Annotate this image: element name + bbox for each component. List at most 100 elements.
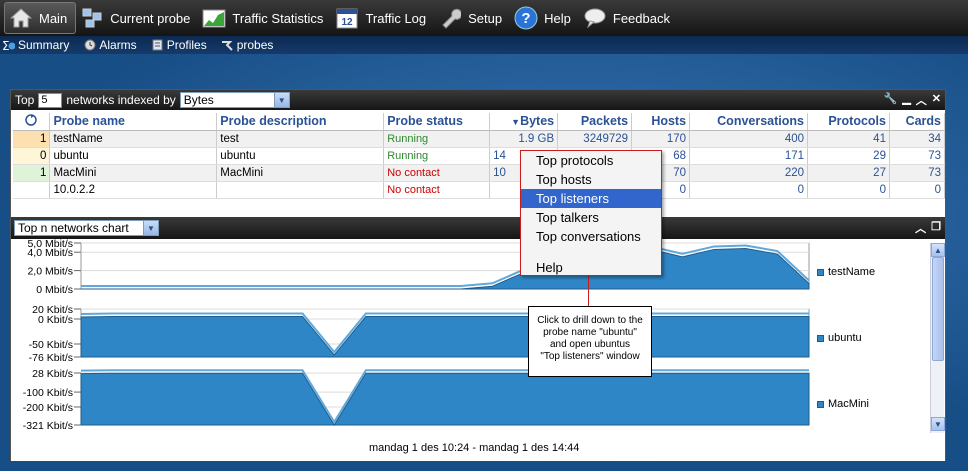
protocols-value: 41 [807,130,890,148]
probe-description: ubuntu [216,147,385,165]
drilldown-tooltip: Click to drill down to the probe name "u… [528,306,652,377]
toolbar-current-probe-button[interactable]: Current probe [76,2,198,34]
protocols-value: 27 [807,164,890,182]
chart-panel-header: Top n networks chart ▼ ︿ ❐ [11,217,945,239]
probe-icon [80,6,104,30]
column-bytes-label: Bytes [520,114,555,129]
minimize-icon[interactable]: ▁ [902,92,910,108]
sigma-icon: Σ [2,39,15,52]
scroll-track[interactable] [931,361,944,417]
subnav-probes[interactable]: probes [221,38,273,52]
table-row[interactable]: 10.0.2.2 No contact 0 0 0 0 [13,181,946,199]
row-index: 1 [13,130,51,148]
top-prefix-label: Top [15,93,35,107]
probe-status: Running [383,130,491,148]
y-tick-label: 0 Kbit/s [38,314,73,326]
y-tick-label: 28 Kbit/s [32,368,73,380]
networks-indexed-label: networks indexed by [66,93,176,107]
column-probe-description[interactable]: Probe description [216,113,385,131]
toolbar-main-button[interactable]: Main [4,2,77,34]
toolbar-help-label: Help [544,10,571,26]
legend-label: ubuntu [828,332,862,344]
chart-icon [202,6,226,30]
row-index: 0 [13,147,51,165]
table-row[interactable]: 1 testName test Running 1.9 GB 3249729 1… [13,130,946,148]
cards-value: 0 [889,181,946,199]
top-n-input[interactable]: 5 [38,92,63,108]
toolbar-traffic-statistics-label: Traffic Statistics [232,10,324,26]
probe-description: MacMini [216,164,385,182]
toolbar-traffic-log-button[interactable]: 12 Traffic Log [331,2,434,34]
column-protocols[interactable]: Protocols [807,113,890,131]
probe-name[interactable]: testName [49,130,218,148]
chart-type-select[interactable]: Top n networks chart ▼ [14,220,159,236]
menu-item-top-listeners[interactable]: Top listeners [521,189,661,208]
column-conversations[interactable]: Conversations [689,113,808,131]
profiles-icon [151,39,164,52]
subnav-alarms[interactable]: Alarms [83,38,137,52]
menu-item-top-conversations[interactable]: Top conversations [521,227,661,246]
probe-status: No contact [383,164,491,182]
index-by-select[interactable]: Bytes ▼ [179,92,290,108]
networks-chart-area: 5,0 Mbit/s 4,0 Mbit/s 2,0 Mbit/s 0 Mbit/s 20… [11,239,945,461]
top-networks-panel: Top 5 networks indexed by Bytes ▼ 🔧 ▁ ︿ … [10,89,946,461]
probe-name[interactable]: 10.0.2.2 [49,181,218,199]
subnav-profiles[interactable]: Profiles [151,38,207,52]
tooltip-line: probe name "ubuntu" [543,327,637,338]
toolbar-feedback-button[interactable]: Feedback [579,2,678,34]
refresh-column-header[interactable] [13,113,51,131]
menu-item-top-talkers[interactable]: Top talkers [521,208,661,227]
networks-chart-svg: 5,0 Mbit/s4,0 Mbit/s2,0 Mbit/s0 Mbit/s20… [23,239,810,432]
table-row[interactable]: 0 ubuntu ubuntu Running 14 68 171 29 73 [13,147,946,165]
y-tick-label: -76 Kbit/s [29,352,73,364]
tooltip-line: "Top listeners" window [540,351,640,362]
protocols-value: 29 [807,147,890,165]
packets-value: 3249729 [557,130,633,148]
scroll-thumb[interactable] [932,257,944,361]
menu-item-top-hosts[interactable]: Top hosts [521,170,661,189]
probe-name[interactable]: ubuntu [49,147,218,165]
collapse-up-icon[interactable]: ︿ [916,92,927,108]
menu-separator [521,246,661,258]
column-packets[interactable]: Packets [557,113,633,131]
chart-type-value: Top n networks chart [18,221,129,235]
sub-navigation: Σ Summary Alarms Profiles probes [0,36,968,54]
toolbar-traffic-statistics-button[interactable]: Traffic Statistics [198,2,331,34]
subnav-profiles-label: Profiles [166,38,207,52]
restore-icon[interactable]: ❐ [931,220,941,236]
toolbar-traffic-log-label: Traffic Log [365,10,427,26]
toolbar-main-label: Main [39,10,68,26]
conversations-value: 171 [689,147,808,165]
scroll-up-button[interactable]: ▲ [931,243,945,257]
column-bytes-sorted[interactable]: ▼Bytes [489,113,559,131]
probe-description [216,181,385,199]
collapse-up-icon[interactable]: ︿ [915,220,926,236]
probe-name[interactable]: MacMini [49,164,218,182]
column-hosts[interactable]: Hosts [631,113,691,131]
toolbar-help-button[interactable]: ? Help [510,2,579,34]
column-probe-name[interactable]: Probe name [49,113,218,131]
close-icon[interactable]: ✕ [932,92,941,108]
chart-scrollbar[interactable]: ▲ ▼ [930,243,945,433]
menu-item-top-protocols[interactable]: Top protocols [521,151,661,170]
wrench-icon [438,6,462,30]
area-series-MacMini [80,372,810,426]
column-cards[interactable]: Cards [889,113,946,131]
refresh-icon[interactable] [25,114,37,129]
chevron-down-icon: ▼ [273,93,289,107]
settings-wrench-icon[interactable]: 🔧 [884,92,898,108]
subnav-summary[interactable]: Σ Summary [2,38,69,52]
row-index [13,181,51,199]
legend-swatch [817,334,824,342]
legend-macmini: MacMini [817,398,869,410]
sort-desc-icon: ▼ [511,117,521,128]
home-icon [9,6,33,30]
table-row[interactable]: 1 MacMini MacMini No contact 10 70 220 2… [13,164,946,182]
scroll-down-button[interactable]: ▼ [931,417,945,431]
menu-item-help[interactable]: Help [521,258,661,277]
legend-label: testName [828,266,876,278]
column-probe-status[interactable]: Probe status [383,113,491,131]
calendar-icon: 12 [335,6,359,30]
speech-bubble-icon [583,6,607,30]
toolbar-setup-button[interactable]: Setup [434,2,510,34]
